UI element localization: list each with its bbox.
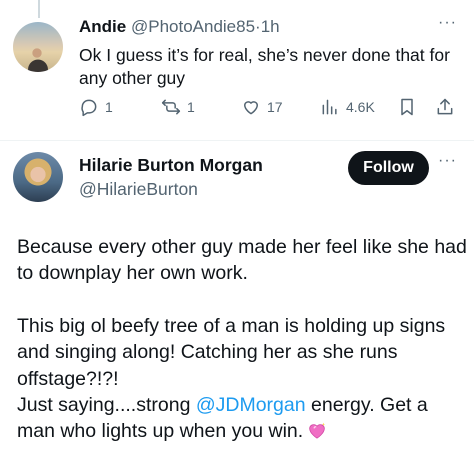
reply-timestamp[interactable]: 1h (261, 17, 280, 36)
reply-button[interactable]: 1 (79, 97, 113, 117)
reply-more-icon[interactable]: ··· (438, 14, 457, 32)
tweet-divider (0, 140, 474, 141)
tweet-paragraph-1: Because every other guy made her feel li… (17, 236, 467, 285)
views-chart-icon (322, 99, 337, 115)
bookmark-button[interactable] (397, 97, 417, 117)
tweet-paragraph-2: This big ol beefy tree of a man is holdi… (17, 314, 446, 390)
main-author-avatar[interactable] (13, 152, 63, 202)
share-icon (437, 98, 453, 115)
tweet-paragraph-3: Just saying....strong @JDMorgan energy. … (17, 392, 467, 445)
like-count: 17 (267, 99, 283, 115)
like-button[interactable]: 17 (241, 97, 283, 117)
reply-header: Andie @PhotoAndie85·1h (79, 17, 280, 37)
tweet-text-prefix: Just saying....strong (17, 394, 196, 417)
main-more-icon[interactable]: ··· (438, 152, 457, 170)
repost-button[interactable]: 1 (161, 97, 195, 117)
repost-icon (161, 99, 181, 115)
main-author-handle[interactable]: @HilarieBurton (79, 179, 198, 200)
bookmark-icon (401, 98, 413, 116)
main-tweet-text: Because every other guy made her feel li… (17, 234, 467, 445)
reply-text: Ok I guess it’s for real, she’s never do… (79, 45, 450, 88)
reply-tweet[interactable]: Andie @PhotoAndie85·1h ··· Ok I guess it… (0, 0, 474, 140)
reply-author-avatar[interactable] (13, 22, 63, 72)
share-button[interactable] (435, 97, 455, 117)
views-count: 4.6K (346, 99, 375, 115)
main-author-name[interactable]: Hilarie Burton Morgan (79, 155, 263, 176)
heart-icon (244, 101, 258, 115)
views-button[interactable]: 4.6K (320, 97, 375, 117)
reply-author-handle[interactable]: @PhotoAndie85 (131, 17, 255, 36)
repost-count: 1 (187, 99, 195, 115)
sparkling-heart-icon (309, 423, 326, 440)
follow-button[interactable]: Follow (348, 151, 429, 185)
reply-count: 1 (105, 99, 113, 115)
comment-icon (81, 99, 97, 117)
reply-author-name[interactable]: Andie (79, 17, 126, 36)
mention-link[interactable]: @JDMorgan (196, 394, 306, 416)
reply-action-bar: 1 1 17 4.6K (79, 97, 459, 121)
